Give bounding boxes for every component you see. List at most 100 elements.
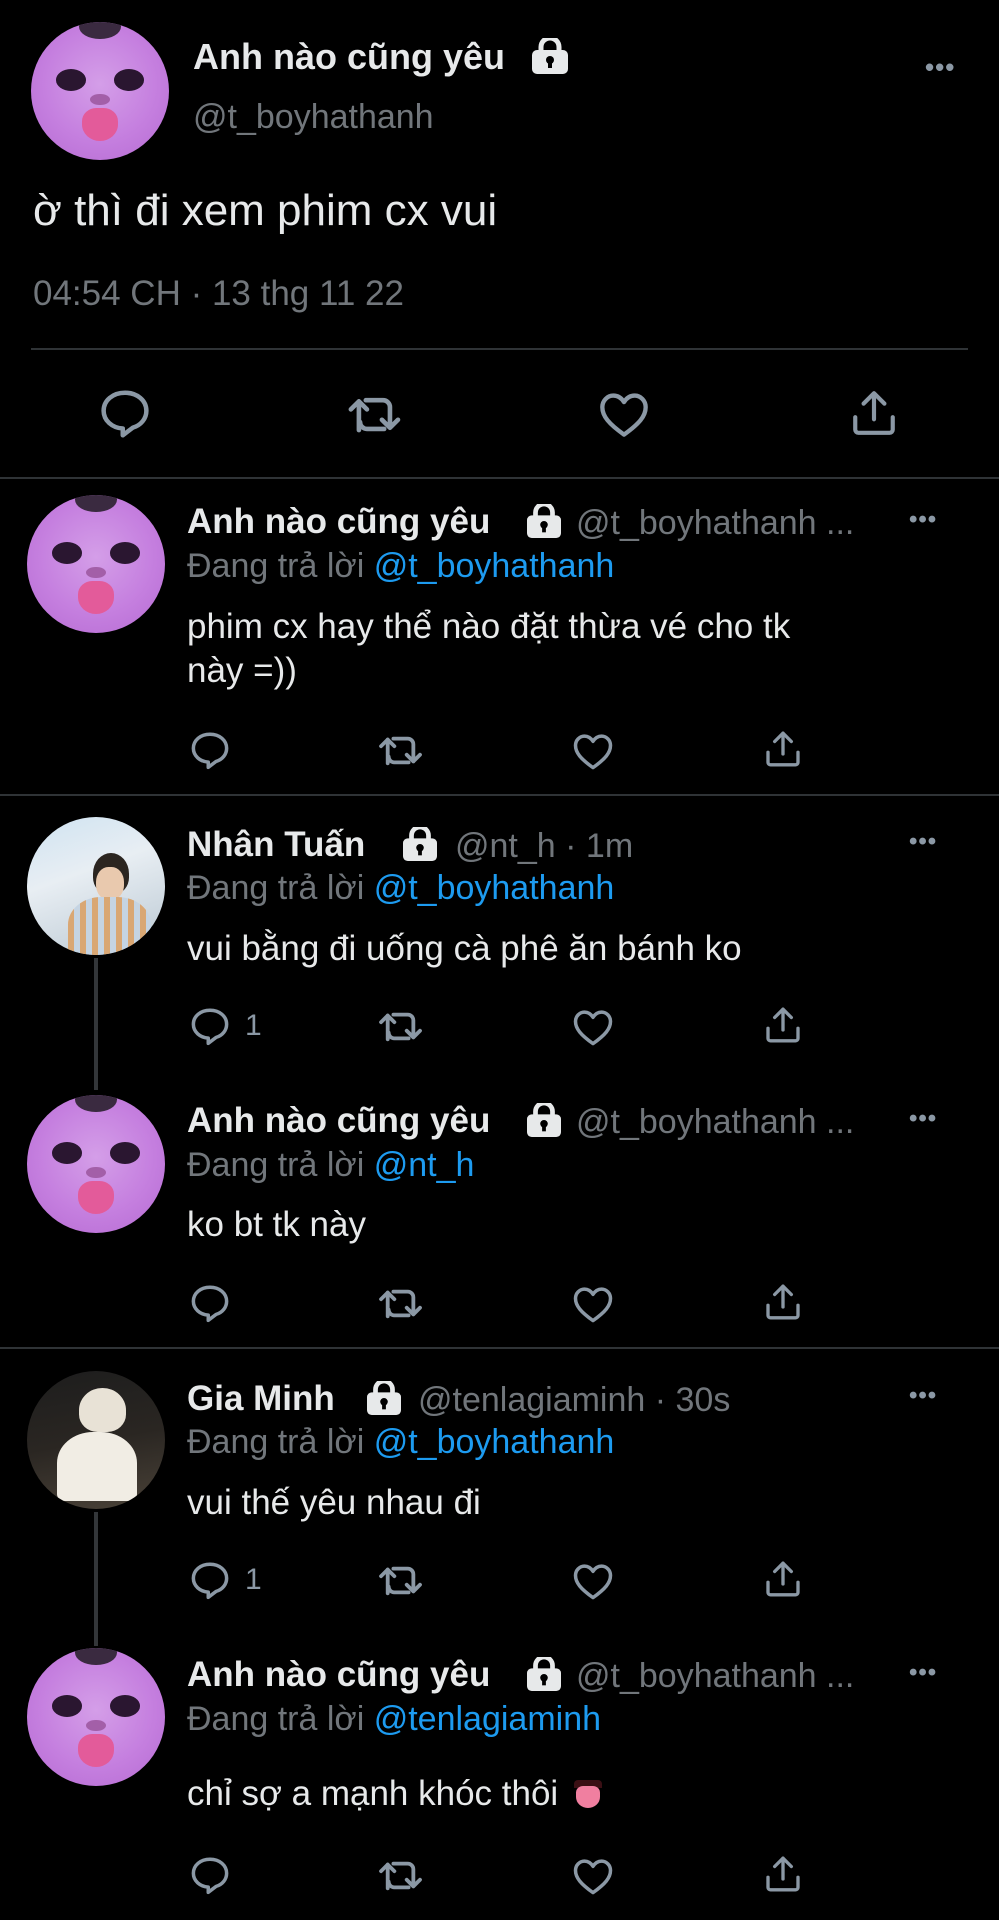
share-button[interactable] xyxy=(763,1559,803,1599)
reply-text: vui thế yêu nhau đi xyxy=(187,1483,481,1522)
like-icon xyxy=(573,1287,613,1323)
reply-button[interactable]: 1 xyxy=(189,1006,262,1046)
tweet-text: ờ thì đi xem phim cx vui xyxy=(33,186,498,235)
retweet-button[interactable] xyxy=(378,1561,424,1599)
lock-icon xyxy=(366,1378,402,1420)
mention-link[interactable]: @t_boyhathanh xyxy=(374,869,615,907)
retweet-icon xyxy=(348,397,401,433)
display-name[interactable]: Anh nào cũng yêu xyxy=(187,1101,490,1141)
reply-button[interactable]: 1 xyxy=(189,1560,262,1600)
display-name[interactable]: Anh nào cũng yêu xyxy=(187,1655,490,1695)
replying-to: Đang trả lời @t_boyhathanh xyxy=(187,547,614,586)
reply-button[interactable] xyxy=(189,730,231,770)
retweet-button[interactable] xyxy=(378,1284,424,1322)
reply-text: chỉ sợ a mạnh khóc thôi xyxy=(187,1774,604,1814)
handle-meta[interactable]: @t_boyhathanh ... xyxy=(576,504,854,543)
share-icon xyxy=(766,1007,800,1043)
like-button[interactable] xyxy=(572,1856,614,1896)
more-icon[interactable]: ••• xyxy=(909,828,937,856)
reply-text: vui bằng đi uống cà phê ăn bánh ko xyxy=(187,929,742,968)
reply-icon xyxy=(191,1562,229,1600)
display-name[interactable]: Nhân Tuấn xyxy=(187,825,365,865)
tongue-emoji-icon xyxy=(572,1780,604,1808)
share-icon xyxy=(766,1284,800,1320)
like-button[interactable] xyxy=(572,731,614,771)
reply-button[interactable] xyxy=(189,1283,231,1323)
avatar[interactable] xyxy=(27,1095,165,1233)
like-button[interactable] xyxy=(572,1561,614,1601)
mention-link[interactable]: @nt_h xyxy=(374,1146,475,1184)
share-icon xyxy=(766,1561,800,1597)
like-icon xyxy=(573,1859,613,1895)
more-icon[interactable]: ••• xyxy=(909,1382,937,1410)
like-icon xyxy=(573,1010,613,1046)
divider xyxy=(0,794,999,796)
share-icon xyxy=(766,1856,800,1892)
avatar[interactable] xyxy=(27,495,165,633)
retweet-button[interactable] xyxy=(378,731,424,769)
divider xyxy=(0,477,999,479)
more-icon[interactable]: ••• xyxy=(909,506,937,534)
share-button[interactable] xyxy=(763,1854,803,1894)
mention-link[interactable]: @tenlagiaminh xyxy=(374,1700,601,1738)
avatar[interactable] xyxy=(27,1648,165,1786)
reply-icon xyxy=(191,1285,229,1323)
retweet-button[interactable] xyxy=(378,1007,424,1045)
handle-meta[interactable]: @nt_h · 1m xyxy=(455,827,633,866)
replying-to: Đang trả lời @t_boyhathanh xyxy=(187,1423,614,1462)
reply-text: phim cx hay thể nào đặt thừa vé cho tk xyxy=(187,607,791,646)
avatar[interactable] xyxy=(27,817,165,955)
like-icon xyxy=(600,393,648,437)
retweet-icon xyxy=(379,736,422,766)
lock-icon xyxy=(526,1654,562,1696)
share-icon xyxy=(853,391,895,435)
lock-icon xyxy=(526,1100,562,1142)
replying-prefix: Đang trả lời xyxy=(187,1700,374,1738)
thread-line xyxy=(94,958,98,1090)
lock-icon xyxy=(402,824,438,866)
share-button[interactable] xyxy=(763,1005,803,1045)
more-icon[interactable]: ••• xyxy=(909,1105,937,1133)
share-button[interactable] xyxy=(763,1282,803,1322)
reply-count: 1 xyxy=(245,1009,262,1042)
retweet-button[interactable] xyxy=(347,391,403,437)
handle[interactable]: @t_boyhathanh xyxy=(193,98,434,137)
mention-link[interactable]: @t_boyhathanh xyxy=(374,1423,615,1461)
display-name[interactable]: Anh nào cũng yêu xyxy=(187,502,490,542)
like-button[interactable] xyxy=(598,390,650,438)
like-button[interactable] xyxy=(572,1284,614,1324)
avatar[interactable] xyxy=(27,1371,165,1509)
retweet-icon xyxy=(379,1012,422,1042)
handle-meta[interactable]: @t_boyhathanh ... xyxy=(576,1657,854,1696)
mention-link[interactable]: @t_boyhathanh xyxy=(374,547,615,585)
thread-line xyxy=(94,1512,98,1646)
share-button[interactable] xyxy=(763,729,803,769)
handle-meta[interactable]: @tenlagiaminh · 30s xyxy=(418,1381,730,1420)
lock-icon xyxy=(531,35,569,79)
retweet-button[interactable] xyxy=(378,1856,424,1894)
display-name[interactable]: Gia Minh xyxy=(187,1379,335,1419)
avatar[interactable] xyxy=(31,22,169,160)
reply-button[interactable] xyxy=(189,1855,231,1895)
timestamp: 04:54 CH · 13 thg 11 22 xyxy=(33,274,404,313)
share-icon xyxy=(766,731,800,767)
reply-text: ko bt tk này xyxy=(187,1205,366,1244)
divider xyxy=(31,348,968,350)
retweet-icon xyxy=(379,1289,422,1319)
share-button[interactable] xyxy=(849,388,899,438)
reply-text-continued: này =)) xyxy=(187,651,297,690)
replying-to: Đang trả lời @nt_h xyxy=(187,1146,474,1185)
more-icon[interactable]: ••• xyxy=(909,1659,937,1687)
like-icon xyxy=(573,1564,613,1600)
reply-button[interactable] xyxy=(98,388,152,438)
more-icon[interactable]: ••• xyxy=(925,52,955,83)
like-button[interactable] xyxy=(572,1007,614,1047)
retweet-icon xyxy=(379,1861,422,1891)
handle-meta[interactable]: @t_boyhathanh ... xyxy=(576,1103,854,1142)
display-name[interactable]: Anh nào cũng yêu xyxy=(193,36,505,78)
reply-icon xyxy=(191,732,229,770)
reply-count: 1 xyxy=(245,1563,262,1596)
lock-icon xyxy=(526,501,562,543)
reply-text-content: chỉ sợ a mạnh khóc thôi xyxy=(187,1774,559,1813)
reply-icon xyxy=(191,1857,229,1895)
